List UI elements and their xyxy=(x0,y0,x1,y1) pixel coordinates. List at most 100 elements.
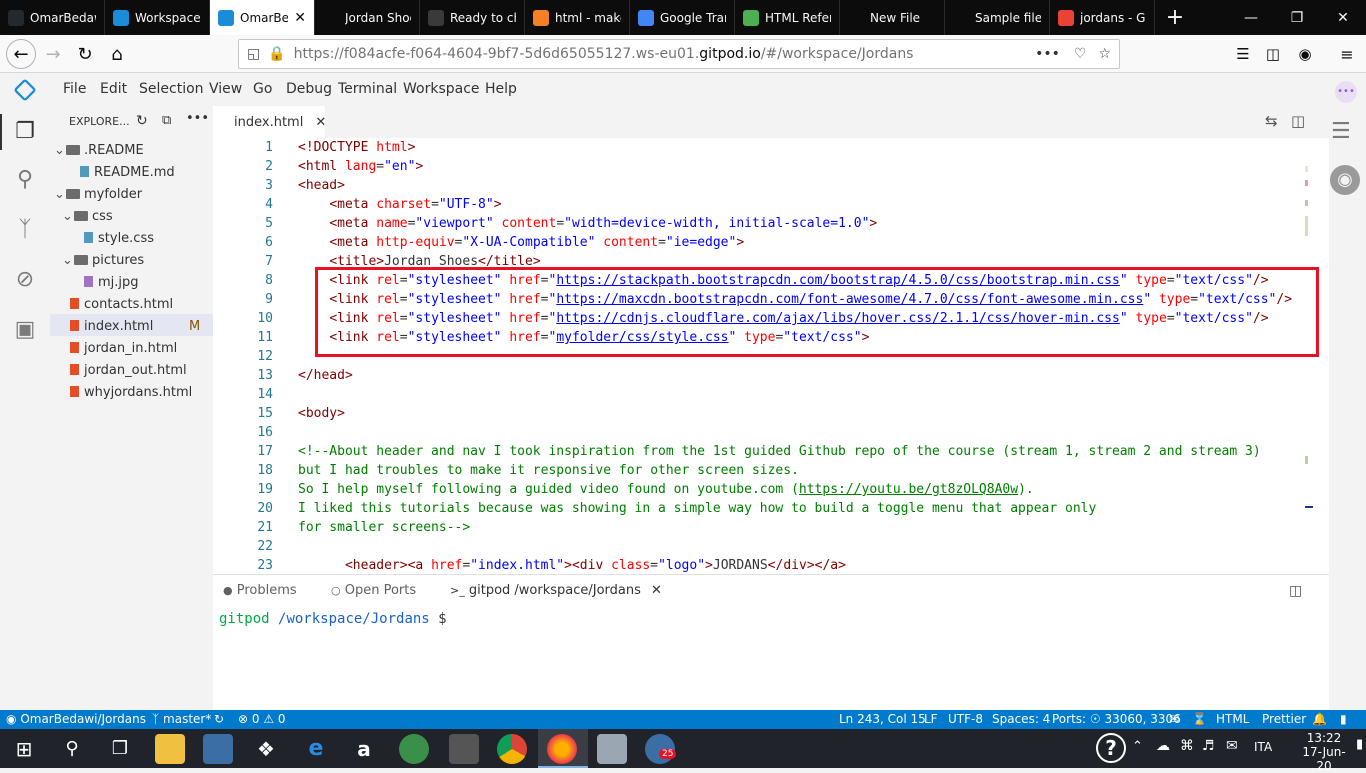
tree-item[interactable]: whyjordans.html xyxy=(70,385,192,400)
printer-icon[interactable] xyxy=(597,734,627,764)
notifications-icon[interactable]: ▮ xyxy=(1340,712,1347,726)
collapse-all-icon[interactable]: ⧉ xyxy=(162,113,171,128)
minimize-icon[interactable]: — xyxy=(1228,0,1274,35)
debug-icon[interactable]: ⊘ xyxy=(10,264,40,294)
browser-tab[interactable]: Google Tran xyxy=(630,0,735,35)
ports-status[interactable]: Ports: ☉ 33060, 3306 xyxy=(1052,712,1181,726)
tree-item[interactable]: ⌄ .README xyxy=(54,143,144,158)
browser-tab[interactable]: OmarBedaw xyxy=(0,0,105,35)
sync-icon[interactable]: ↻ xyxy=(214,712,224,726)
chrome-icon[interactable] xyxy=(497,734,527,764)
tab-index-html[interactable]: index.html ✕ xyxy=(213,106,326,138)
avatar[interactable]: ••• xyxy=(1335,81,1357,103)
tree-item[interactable]: README.md xyxy=(80,165,175,180)
action-center-icon[interactable]: ▮ xyxy=(1356,737,1363,752)
explorer-files-icon[interactable]: ❐ xyxy=(10,116,40,146)
split-editor-icon[interactable]: ◫ xyxy=(1291,112,1305,130)
menu-file[interactable]: File xyxy=(63,81,86,97)
extensions-icon[interactable]: ▣ xyxy=(10,314,40,344)
menu-help[interactable]: Help xyxy=(485,81,517,97)
branch-status[interactable]: ᛉ master* xyxy=(152,712,211,726)
close-window-icon[interactable]: ✕ xyxy=(1320,0,1366,35)
taskbar-search-icon[interactable]: ⚲ xyxy=(57,734,87,764)
indent-status[interactable]: Spaces: 4 xyxy=(992,712,1050,726)
close-terminal-icon[interactable]: ✕ xyxy=(651,583,662,598)
eol-status[interactable]: LF xyxy=(924,712,938,726)
tree-item[interactable]: index.html xyxy=(70,319,153,334)
compare-changes-icon[interactable]: ⇆ xyxy=(1265,112,1278,130)
more-actions-icon[interactable]: ••• xyxy=(186,111,209,126)
chevron-up-icon[interactable]: ⌃ xyxy=(1132,739,1143,754)
browser-tab[interactable]: Ready to ch xyxy=(420,0,525,35)
github-icon[interactable]: ◉ xyxy=(1330,165,1360,195)
terminal-prompt[interactable]: gitpod /workspace/Jordans $ xyxy=(219,611,447,627)
bookmark-star-icon[interactable]: ☆ xyxy=(1098,46,1111,62)
back-icon[interactable]: ← xyxy=(6,39,36,69)
tab-open-ports[interactable]: ○ Open Ports xyxy=(331,583,416,598)
gitpod-logo-icon[interactable] xyxy=(13,78,37,102)
bell-icon[interactable]: 🔔 xyxy=(1312,712,1327,726)
restore-icon[interactable]: ❐ xyxy=(1274,0,1320,35)
problems-status[interactable]: ⊗ 0 ⚠ 0 xyxy=(238,712,286,726)
tripadvisor-icon[interactable] xyxy=(399,734,429,764)
dropbox-icon[interactable]: ❖ xyxy=(251,734,281,764)
new-tab-icon[interactable]: + xyxy=(1155,0,1195,35)
browser-tab[interactable]: Jordan Shoes xyxy=(315,0,420,35)
tree-item[interactable]: ⌄ pictures xyxy=(62,253,144,268)
encoding-status[interactable]: UTF-8 xyxy=(948,712,983,726)
search-icon[interactable]: ⚲ xyxy=(10,164,40,194)
formatter-status[interactable]: Prettier xyxy=(1262,712,1306,726)
close-tab-icon[interactable]: ✕ xyxy=(315,115,326,130)
menu-terminal[interactable]: Terminal xyxy=(338,81,397,97)
message-icon[interactable]: ✉ xyxy=(1226,738,1238,754)
input-language[interactable]: ITA xyxy=(1254,740,1272,754)
forward-icon[interactable]: → xyxy=(38,39,68,69)
menu-workspace[interactable]: Workspace xyxy=(403,81,480,97)
browser-tab[interactable]: Workspaces xyxy=(105,0,210,35)
tree-item[interactable]: ⌄ myfolder xyxy=(54,187,142,202)
store-icon[interactable] xyxy=(203,734,233,764)
firefox-icon[interactable] xyxy=(547,734,577,764)
browser-tab[interactable]: jordans - Go xyxy=(1050,0,1155,35)
menu-selection[interactable]: Selection xyxy=(139,81,204,97)
browser-tab[interactable]: OmarBe ✕ xyxy=(210,0,315,35)
tree-item[interactable]: jordan_in.html xyxy=(70,341,177,356)
account-icon[interactable]: ◉ xyxy=(1290,39,1320,69)
cloud-icon[interactable]: ☁ xyxy=(1156,738,1170,754)
pocket-icon[interactable]: ♡ xyxy=(1074,46,1087,62)
maximize-panel-icon[interactable]: ◫ xyxy=(1289,583,1302,599)
library-icon[interactable]: ☰ xyxy=(1228,39,1258,69)
more-icon[interactable]: ••• xyxy=(1035,46,1060,62)
amazon-icon[interactable]: a xyxy=(349,734,379,764)
calculator-icon[interactable] xyxy=(449,734,479,764)
refresh-icon[interactable]: ↻ xyxy=(136,113,148,129)
tree-item[interactable]: ⌄ css xyxy=(62,209,113,224)
tree-item[interactable]: jordan_out.html xyxy=(70,363,187,378)
wifi-icon[interactable]: ⌘ xyxy=(1180,738,1194,754)
home-icon[interactable]: ⌂ xyxy=(102,39,132,69)
url-bar[interactable]: ◱ 🔒 https://f084acfe-f064-4604-9bf7-5d6d… xyxy=(238,39,1120,69)
clock[interactable]: 13:22 17-Jun-20 xyxy=(1296,731,1352,773)
tree-item[interactable]: contacts.html xyxy=(70,297,173,312)
tab-problems[interactable]: ● Problems xyxy=(223,583,297,598)
language-status[interactable]: HTML xyxy=(1216,712,1249,726)
volume-icon[interactable]: ♬ xyxy=(1202,738,1215,754)
browser-tab[interactable]: Sample file xyxy=(945,0,1050,35)
windows-start-icon[interactable]: ⊞ xyxy=(9,734,39,764)
browser-tab[interactable]: HTML Refer xyxy=(735,0,840,35)
file-explorer-icon[interactable] xyxy=(155,734,185,764)
close-tab-icon[interactable]: ✕ xyxy=(294,10,306,26)
reload-icon[interactable]: ↻ xyxy=(70,39,100,69)
help-icon[interactable]: ? xyxy=(1096,733,1126,763)
sidebar-icon[interactable]: ◫ xyxy=(1258,39,1288,69)
task-view-icon[interactable]: ❐ xyxy=(105,734,135,764)
tree-item[interactable]: mj.jpg xyxy=(84,275,139,290)
cursor-position[interactable]: Ln 243, Col 15 xyxy=(839,712,926,726)
repo-status[interactable]: ◉ OmarBedawi/Jordans xyxy=(6,712,146,726)
outline-icon[interactable]: ☰ xyxy=(1331,119,1351,144)
source-control-icon[interactable]: ᛉ xyxy=(10,214,40,244)
feedback-icon[interactable]: ✉ xyxy=(1169,712,1179,726)
menu-view[interactable]: View xyxy=(209,81,242,97)
menu-edit[interactable]: Edit xyxy=(100,81,127,97)
edge-icon[interactable]: e xyxy=(301,734,331,764)
